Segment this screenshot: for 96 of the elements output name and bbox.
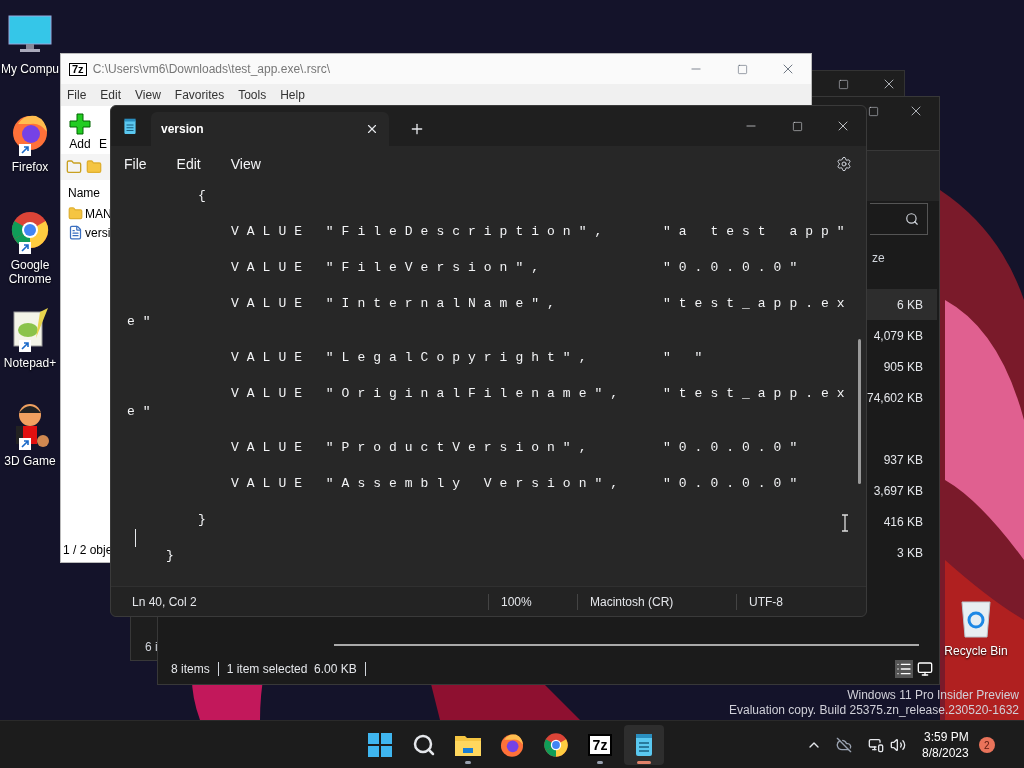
shortcut-arrow-icon — [19, 242, 31, 254]
menu-item[interactable]: Help — [280, 86, 305, 104]
notepad-icon — [123, 117, 137, 135]
menu-item[interactable]: Edit — [176, 153, 201, 175]
maximize-icon — [791, 120, 803, 132]
code-text: VALUE "FileDescription", — [231, 223, 612, 242]
desktop-icon-label[interactable]: Google Chrome — [1, 258, 59, 286]
details-view-button[interactable] — [895, 660, 913, 678]
maximize-icon — [736, 63, 748, 75]
notification-badge[interactable]: 2 — [978, 737, 995, 753]
column-header[interactable]: Name — [68, 184, 100, 204]
monitor-icon — [8, 15, 52, 53]
sevenzip-logo: 7z — [69, 62, 87, 76]
close-tab-icon[interactable] — [365, 122, 379, 136]
new-tab-icon[interactable] — [409, 121, 425, 137]
maximize-icon — [868, 105, 879, 117]
code-text: "test_app.ex — [663, 385, 853, 404]
ibeam-cursor-icon — [841, 514, 849, 532]
windows-start-icon[interactable] — [368, 733, 392, 757]
code-text: VALUE "LegalCopyright", — [231, 349, 596, 368]
size-cell-text: 3 KB — [896, 544, 924, 562]
folder-icon — [68, 206, 83, 221]
chrome-icon — [10, 210, 50, 250]
code-text: VALUE "ProductVersion", — [231, 439, 596, 458]
menu-item[interactable]: Favorites — [174, 86, 225, 104]
menu-item[interactable]: View — [230, 153, 261, 175]
file-name[interactable]: versi — [85, 223, 111, 242]
code-text: e" — [127, 403, 159, 422]
size-cell-text: 3,697 KB — [872, 482, 924, 500]
desktop-icon-label[interactable]: 3D Game — [1, 454, 59, 468]
column-header[interactable]: ze — [872, 249, 885, 267]
status-text: 8 items — [171, 661, 210, 678]
cloud-off-icon[interactable] — [836, 737, 852, 753]
code-text: VALUE "OriginalFilename", — [231, 385, 628, 404]
size-cell-text: 937 KB — [882, 451, 924, 469]
code-text: } — [198, 511, 214, 530]
search-icon[interactable] — [412, 733, 436, 757]
status-text: 6 i — [145, 639, 158, 656]
firefox-icon — [499, 732, 525, 758]
code-text: VALUE "FileVersion", — [231, 259, 549, 278]
size-cell-text: 905 KB — [882, 358, 924, 376]
shortcut-arrow-icon — [19, 438, 31, 450]
shortcut-arrow-icon — [19, 340, 31, 352]
search-field[interactable] — [870, 203, 928, 235]
network-icon[interactable] — [868, 737, 884, 753]
status-text: Ln 40, Col 2 — [131, 593, 198, 611]
text-caret — [135, 529, 136, 547]
code-text: " " — [663, 349, 711, 368]
monitor-icon — [917, 661, 933, 677]
code-text: "test_app.ex — [663, 295, 853, 314]
menu-item[interactable]: View — [135, 86, 161, 104]
status-text: Macintosh (CR) — [589, 593, 675, 611]
size-cell-text: 74,602 KB — [865, 389, 924, 407]
status-text: UTF-8 — [748, 593, 783, 611]
desktop-icon-label[interactable]: Notepad+ — [1, 356, 59, 370]
code-text: } — [166, 547, 182, 566]
shortcut-arrow-icon — [19, 144, 31, 156]
code-text: VALUE "Assembly Version", — [231, 475, 628, 494]
sevenzip-logo: 7z — [587, 734, 613, 756]
code-text: e" — [127, 313, 159, 332]
preview-view-button[interactable] — [917, 661, 933, 677]
clock[interactable]: 3:59 PM 8/8/2023 — [922, 729, 969, 761]
maximize-icon — [837, 78, 849, 90]
code-text: "a test app" — [663, 223, 853, 242]
folder-icon — [86, 159, 102, 175]
notepad-chameleon-icon — [10, 308, 50, 348]
code-text: VALUE "InternalName", — [231, 295, 564, 314]
status-text: 1 item selected 6.00 KB — [226, 661, 357, 678]
menu-item[interactable]: Edit — [100, 86, 122, 104]
folder-icon[interactable] — [455, 734, 481, 756]
notepad-icon — [634, 733, 654, 757]
desktop-icon-label[interactable]: My Compu — [1, 62, 59, 76]
status-text: 100% — [500, 593, 533, 611]
code-text: { — [198, 187, 214, 206]
document-tab[interactable]: version — [151, 112, 389, 146]
code-text: "0.0.0.0" — [663, 475, 806, 494]
size-cell-text: 416 KB — [882, 513, 924, 531]
file-icon — [68, 225, 83, 240]
plus-icon — [69, 113, 91, 135]
menu-item[interactable]: File — [67, 86, 87, 104]
list-icon — [896, 661, 912, 677]
menu-item[interactable]: Tools — [238, 86, 267, 104]
toolbar-label[interactable]: E — [99, 135, 107, 153]
settings-icon[interactable] — [836, 156, 852, 172]
desktop-icon-label[interactable]: Firefox — [1, 160, 59, 174]
size-cell-text: 4,079 KB — [872, 327, 924, 345]
volume-icon[interactable] — [890, 737, 906, 753]
chrome-icon — [543, 732, 569, 758]
size-cell: 6 KB — [865, 289, 937, 320]
menu-item[interactable]: File — [124, 153, 147, 175]
code-text: "0.0.0.0" — [663, 259, 806, 278]
code-text: "0.0.0.0" — [663, 439, 806, 458]
window-title: C:\Users\vm6\Downloads\test_app.exe\.rsrc\ — [92, 61, 332, 78]
add-button[interactable]: Add — [69, 113, 91, 153]
search-icon — [905, 212, 919, 226]
desktop-icon-label[interactable]: Recycle Bin — [944, 642, 1008, 660]
